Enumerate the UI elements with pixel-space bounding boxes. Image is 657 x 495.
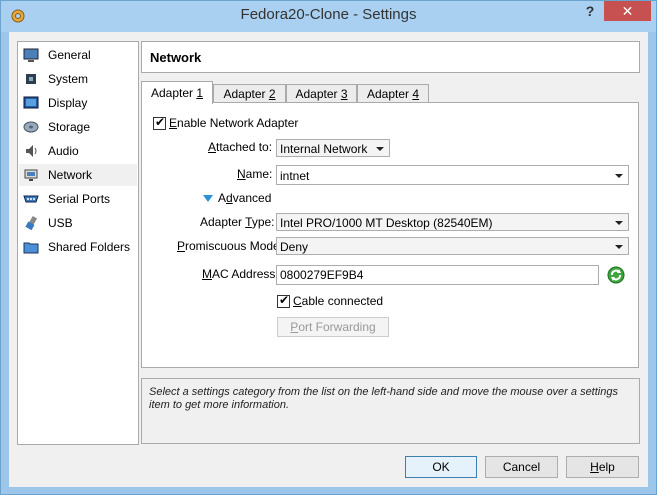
sidebar-item-label: Network [48, 168, 93, 182]
refresh-icon[interactable] [607, 266, 625, 284]
sidebar-item-network[interactable]: Network [19, 164, 137, 186]
attached-to-select[interactable]: Internal Network [276, 139, 390, 157]
serial-port-icon [23, 195, 39, 203]
dialog-body: General System Display Storage Audio Net… [9, 32, 648, 487]
tab-number: 1 [196, 86, 204, 100]
tab-label: Adapter [366, 87, 413, 101]
name-value: intnet [280, 169, 310, 183]
chevron-down-icon [615, 245, 623, 249]
page-title: Network [150, 50, 202, 65]
title-bar[interactable]: Fedora20-Clone - Settings ? ✕ [1, 1, 656, 32]
tab-adapter-3[interactable]: Adapter 3 [286, 84, 357, 103]
tab-number: 2 [268, 87, 276, 101]
sidebar-item-storage[interactable]: Storage [19, 116, 137, 138]
sidebar-item-serial-ports[interactable]: Serial Ports [19, 188, 137, 210]
cable-connected-label[interactable]: Cable connected [293, 294, 383, 308]
sidebar-item-label: USB [48, 216, 73, 230]
sidebar-item-label: General [48, 48, 91, 62]
mac-address-value: 0800279EF9B4 [280, 268, 364, 282]
promiscuous-mode-value: Deny [280, 240, 309, 254]
tab-label: Adapter [223, 87, 269, 101]
adapter-type-value: Intel PRO/1000 MT Desktop (82540EM) [280, 216, 493, 230]
adapter-panel: ✔ Enable Network Adapter Attached to: In… [141, 102, 639, 368]
usb-icon [25, 215, 38, 231]
sidebar-item-label: System [48, 72, 89, 86]
sidebar-item-label: Serial Ports [48, 192, 111, 206]
sidebar-item-label: Storage [48, 120, 91, 134]
monitor-icon [23, 48, 39, 62]
network-icon [24, 169, 38, 181]
promiscuous-mode-label: Promiscuous Mode: [177, 239, 284, 253]
window-title: Fedora20-Clone - Settings [240, 6, 417, 23]
name-label: Name: [237, 167, 273, 181]
name-combobox[interactable]: intnet [276, 165, 629, 185]
promiscuous-mode-select[interactable]: Deny [276, 237, 629, 255]
tab-number: 4 [412, 87, 420, 101]
sidebar-item-label: Display [48, 96, 88, 110]
adapter-type-label: Adapter Type: [200, 215, 275, 229]
tab-adapter-1[interactable]: Adapter 1 [141, 81, 213, 104]
cable-connected-checkbox[interactable]: ✔ [277, 293, 290, 308]
sidebar-item-audio[interactable]: Audio [19, 140, 137, 162]
tab-label: Adapter [295, 87, 341, 101]
check-mark-icon: ✔ [155, 115, 166, 129]
mac-address-input[interactable]: 0800279EF9B4 [276, 265, 599, 285]
sidebar-item-general[interactable]: General [19, 44, 137, 66]
port-forwarding-button[interactable]: Port Forwarding [277, 317, 389, 337]
page-header: Network [141, 41, 640, 73]
chevron-down-icon [615, 221, 623, 225]
help-button[interactable]: Help [566, 456, 639, 478]
tab-adapter-4[interactable]: Adapter 4 [357, 84, 429, 103]
tab-number: 3 [340, 87, 348, 101]
advanced-toggle[interactable]: Advanced [218, 191, 271, 205]
display-icon [23, 96, 39, 109]
mac-address-label: MAC Address: [202, 267, 279, 281]
chevron-down-icon [376, 147, 384, 151]
attached-to-label: Attached to: [208, 140, 273, 154]
info-panel: Select a settings category from the list… [141, 378, 640, 444]
title-help-button[interactable]: ? [579, 1, 601, 21]
tab-label: Adapter [150, 86, 197, 100]
sidebar-item-shared-folders[interactable]: Shared Folders [19, 236, 137, 258]
sidebar-item-system[interactable]: System [19, 68, 137, 90]
tab-adapter-2[interactable]: Adapter 2 [213, 84, 286, 103]
advanced-expander-icon[interactable] [203, 195, 213, 202]
disk-icon [23, 121, 39, 133]
check-mark-icon: ✔ [279, 293, 290, 307]
info-text: Select a settings category from the list… [149, 386, 618, 411]
ok-button[interactable]: OK [405, 456, 477, 478]
cancel-button[interactable]: Cancel [485, 456, 558, 478]
attached-to-value: Internal Network [280, 142, 368, 156]
speaker-icon [26, 145, 37, 157]
enable-adapter-checkbox[interactable]: ✔ [153, 115, 166, 130]
folder-icon [23, 242, 39, 254]
sidebar-item-label: Audio [48, 144, 79, 158]
chevron-down-icon [615, 174, 623, 178]
sidebar-item-usb[interactable]: USB [19, 212, 137, 234]
chip-icon [26, 74, 36, 84]
settings-window: Fedora20-Clone - Settings ? ✕ General Sy… [0, 0, 657, 495]
settings-category-list: General System Display Storage Audio Net… [17, 41, 139, 445]
sidebar-item-display[interactable]: Display [19, 92, 137, 114]
enable-adapter-label[interactable]: Enable Network Adapter [169, 116, 298, 130]
sidebar-item-label: Shared Folders [48, 240, 131, 254]
close-button[interactable]: ✕ [604, 1, 651, 21]
adapter-type-select[interactable]: Intel PRO/1000 MT Desktop (82540EM) [276, 213, 629, 231]
